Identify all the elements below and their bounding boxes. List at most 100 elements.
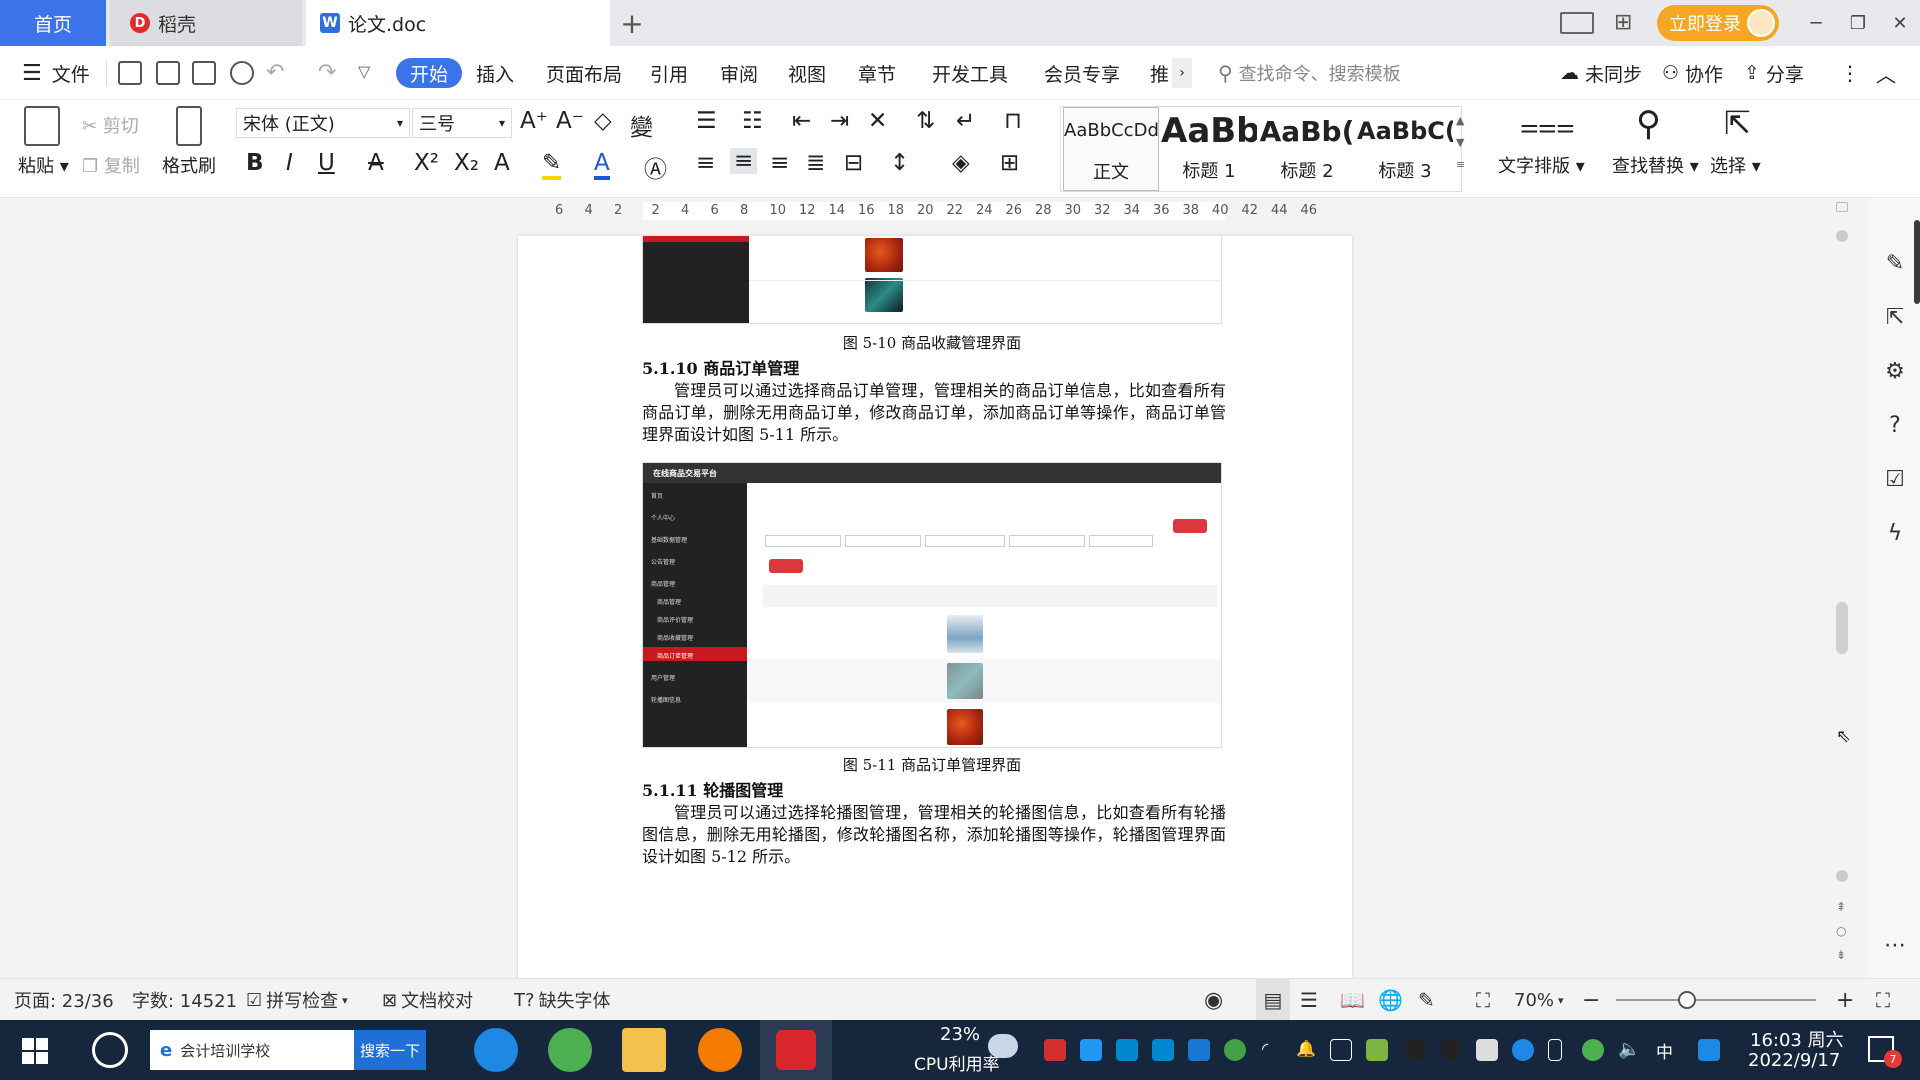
zoom-out-icon[interactable]: − — [1582, 979, 1600, 1021]
menu-chapter[interactable]: 章节 — [858, 46, 896, 100]
superscript-icon[interactable]: X² — [414, 150, 439, 176]
word-count[interactable]: 字数: 14521 — [132, 979, 237, 1021]
style-normal[interactable]: AaBbCcDd 正文 — [1063, 107, 1159, 191]
360-browser-icon[interactable] — [548, 1028, 592, 1072]
apps-grid-icon[interactable]: ⊞ — [1614, 10, 1632, 35]
font-name-select[interactable]: 宋体 (正文) ▾ — [236, 108, 410, 138]
clock-time[interactable]: 16:03 周六 — [1750, 1026, 1844, 1052]
font-size-select[interactable]: 三号 ▾ — [412, 108, 512, 138]
tab-stops-icon[interactable]: ⊓ — [1004, 108, 1022, 134]
menu-view[interactable]: 视图 — [788, 46, 826, 100]
next-page-icon[interactable]: ⇟ — [1836, 948, 1846, 962]
phonetic-guide-icon[interactable]: 變 — [630, 108, 653, 142]
more-icon[interactable]: ⋯ — [1882, 932, 1908, 958]
format-painter-icon[interactable] — [176, 106, 202, 146]
fit-page-icon[interactable]: ⛶ — [1476, 979, 1490, 1021]
taskbar-search-input[interactable]: e 会计培训学校 — [150, 1030, 356, 1070]
customize-quick-access-icon[interactable]: ▽ — [358, 62, 370, 81]
shield-icon[interactable] — [1188, 1039, 1210, 1061]
close-icon[interactable]: ✕ — [1879, 0, 1920, 46]
document-page[interactable]: 图 5-10 商品收藏管理界面 5.1.10 商品订单管理 管理员可以通过选择商… — [518, 236, 1352, 978]
style-heading-3[interactable]: AaBbC( 标题 3 — [1357, 107, 1453, 191]
sort-icon[interactable]: ⇅ — [916, 108, 935, 134]
nvidia-icon[interactable] — [1366, 1039, 1388, 1061]
write-mode-icon[interactable]: ✎ — [1418, 979, 1435, 1021]
decrease-indent-icon[interactable]: ⇤ — [792, 108, 811, 134]
ie-browser-icon[interactable] — [474, 1028, 518, 1072]
command-search-input[interactable]: ⚲ 查找命令、搜索模板 — [1218, 58, 1518, 88]
document-check-icon[interactable]: ☑ — [1882, 466, 1908, 492]
proofread-button[interactable]: ⊠ 文档校对 — [382, 979, 473, 1021]
more-options-icon[interactable]: ⋮ — [1840, 46, 1860, 100]
adjust-settings-icon[interactable]: ⚙ — [1882, 358, 1908, 384]
web-view-icon[interactable]: 🌐 — [1378, 979, 1403, 1021]
style-heading-2[interactable]: AaBb( 标题 2 — [1259, 107, 1355, 191]
numbered-list-icon[interactable]: ☷ — [742, 108, 763, 134]
style-heading-1[interactable]: AaBb 标题 1 — [1161, 107, 1257, 191]
tab-daoke[interactable]: D 稻壳 — [110, 0, 302, 46]
justify-icon[interactable]: ≣ — [806, 150, 825, 176]
sync-status[interactable]: ☁ 未同步 — [1560, 46, 1642, 100]
wifi-icon[interactable]: ◜ — [1262, 1039, 1284, 1061]
shrink-font-icon[interactable]: A⁻ — [556, 108, 584, 134]
outline-view-icon[interactable]: ☰ — [1300, 979, 1318, 1021]
pen-edit-icon[interactable]: ✎ — [1882, 250, 1908, 276]
volume-icon[interactable]: 🔈 — [1618, 1039, 1640, 1061]
input-method-indicator[interactable]: 中 — [1656, 1038, 1673, 1063]
styles-scroll-icon[interactable]: ▲ ▼ ≡ — [1456, 110, 1465, 176]
new-tab-button[interactable]: + — [612, 0, 652, 46]
export-pdf-icon[interactable] — [156, 61, 180, 85]
menu-insert[interactable]: 插入 — [476, 46, 514, 100]
taskbar-search-button[interactable]: 搜索一下 — [354, 1030, 426, 1070]
zoom-slider-thumb[interactable] — [1678, 991, 1696, 1009]
borders-icon[interactable]: ⊞ — [1000, 150, 1019, 176]
scroll-down-icon[interactable] — [1836, 870, 1848, 882]
tray-app-icon[interactable] — [1582, 1039, 1604, 1061]
minimize-icon[interactable]: ─ — [1795, 0, 1837, 46]
app-mascot-icon[interactable] — [698, 1028, 742, 1072]
share-button[interactable]: ⇪ 分享 — [1744, 46, 1804, 100]
paste-button[interactable]: 粘贴 ▾ — [18, 152, 69, 178]
file-explorer-icon[interactable] — [622, 1028, 666, 1072]
prev-page-icon[interactable]: ⇞ — [1836, 900, 1846, 914]
find-replace-button[interactable]: 查找替换 ▾ — [1612, 152, 1699, 178]
redo-icon[interactable]: ↷ — [318, 60, 336, 85]
restore-icon[interactable]: ❐ — [1837, 0, 1879, 46]
bluetooth-icon[interactable] — [1512, 1039, 1534, 1061]
zoom-select[interactable]: 70% ▾ — [1514, 979, 1564, 1021]
align-left-icon[interactable]: ≡ — [696, 150, 715, 176]
scroll-up-icon[interactable] — [1836, 230, 1848, 242]
subscript-icon[interactable]: X₂ — [454, 150, 479, 176]
distributed-icon[interactable]: ⊟ — [844, 150, 863, 176]
chinese-layout-icon[interactable]: ✕ — [868, 108, 887, 134]
cut-button[interactable]: ✂ 剪切 — [82, 112, 139, 138]
text-layout-icon[interactable]: ⩶ — [1520, 106, 1575, 145]
spell-check-button[interactable]: ☑ 拼写检查 ▾ — [246, 979, 348, 1021]
wps-taskbar-button[interactable] — [760, 1020, 832, 1080]
paste-icon[interactable] — [24, 106, 60, 146]
shading-icon[interactable]: ◈ — [952, 150, 970, 176]
show-marks-icon[interactable]: ↵ — [956, 108, 975, 134]
menu-start[interactable]: 开始 — [396, 58, 463, 88]
menu-references[interactable]: 引用 — [650, 46, 688, 100]
screen-icon[interactable] — [1330, 1039, 1352, 1061]
select-cursor-icon[interactable]: ⇱ — [1724, 104, 1751, 142]
tray-app-icon[interactable] — [1224, 1039, 1246, 1061]
menu-page-layout[interactable]: 页面布局 — [546, 46, 622, 100]
split-view-icon[interactable] — [1836, 202, 1848, 212]
menu-review[interactable]: 审阅 — [720, 46, 758, 100]
zoom-slider[interactable] — [1616, 999, 1816, 1001]
browser-shortcut-icon[interactable] — [92, 1032, 128, 1068]
reading-mode-icon[interactable] — [1560, 12, 1594, 34]
windows-start-icon[interactable] — [22, 1038, 48, 1064]
vertical-scrollbar[interactable]: ⇞ ○ ⇟ — [1832, 198, 1852, 978]
grow-font-icon[interactable]: A⁺ — [520, 108, 548, 134]
menu-scroll-right-icon[interactable]: › — [1172, 58, 1192, 88]
clock-date[interactable]: 2022/9/17 — [1748, 1050, 1840, 1071]
text-effect-icon[interactable]: A — [494, 150, 510, 176]
notification-bell-icon[interactable]: 🔔 — [1296, 1039, 1318, 1061]
line-spacing-icon[interactable]: ↕ — [890, 150, 909, 176]
usb-icon[interactable] — [1548, 1039, 1562, 1061]
fullscreen-icon[interactable]: ⛶ — [1876, 979, 1890, 1021]
tray-app-icon[interactable] — [1152, 1039, 1174, 1061]
